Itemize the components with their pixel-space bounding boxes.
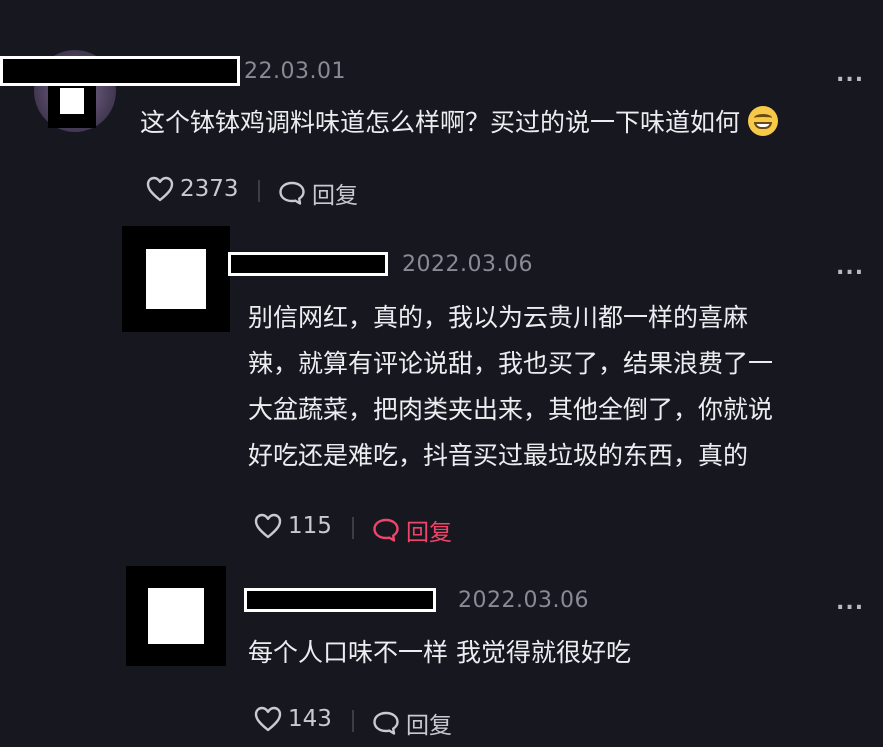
avatar-redaction-inner (146, 249, 206, 309)
like-count: 115 (288, 513, 332, 539)
more-options-icon[interactable]: ... (836, 592, 864, 614)
avatar-redaction-inner (60, 88, 84, 114)
like-button[interactable]: 2373 (146, 176, 239, 202)
comment-date: 2022.03.06 (402, 252, 533, 277)
like-count: 143 (288, 706, 332, 732)
comment-text-line: 辣，就算有评论说甜，我也买了，结果浪费了一 (248, 349, 774, 378)
avatar-redaction-inner (148, 588, 204, 644)
comment-text: 每个人口味不一样 我觉得就很好吃 (248, 630, 631, 676)
reply-bubble-icon (373, 518, 399, 542)
comment-text-line: 大盆蔬菜，把肉类夹出来，其他全倒了，你就说 (248, 395, 774, 424)
heart-icon (146, 176, 174, 202)
action-divider (352, 710, 354, 732)
like-count: 2373 (180, 176, 239, 202)
comment-text-line: 好吃还是难吃，抖音买过最垃圾的东西，真的 (248, 441, 749, 470)
more-options-icon[interactable]: ... (836, 64, 864, 86)
username-redaction (244, 588, 436, 612)
reply-bubble-icon (373, 711, 399, 735)
comment-date: 2022.03.06 (458, 588, 589, 613)
reply-label: 回复 (406, 713, 452, 739)
comment-text-line: 这个钵钵鸡调料味道怎么样啊？买过的说一下味道如何 (140, 108, 741, 137)
action-divider (258, 180, 260, 202)
comment-text: 这个钵钵鸡调料味道怎么样啊？买过的说一下味道如何 (140, 100, 779, 146)
reply-label: 回复 (312, 183, 358, 209)
reply-label: 回复 (406, 520, 452, 546)
heart-icon (254, 706, 282, 732)
action-divider (352, 517, 354, 539)
comment-text: 别信网红，真的，我以为云贵川都一样的喜麻 辣，就算有评论说甜，我也买了，结果浪费… (248, 295, 773, 479)
heart-icon (254, 513, 282, 539)
more-options-icon[interactable]: ... (836, 257, 864, 279)
comment-date: 22.03.01 (244, 59, 346, 84)
reply-button[interactable]: 回复 (372, 513, 452, 547)
username-redaction (0, 56, 240, 86)
like-button[interactable]: 143 (254, 706, 332, 732)
reply-bubble-icon (279, 181, 305, 205)
reply-button[interactable]: 回复 (372, 706, 452, 740)
username-redaction (228, 252, 388, 276)
grinning-face-emoji-icon (748, 106, 779, 136)
like-button[interactable]: 115 (254, 513, 332, 539)
comment-text-line: 别信网红，真的，我以为云贵川都一样的喜麻 (248, 303, 749, 332)
reply-button[interactable]: 回复 (278, 176, 358, 210)
comment-text-line: 每个人口味不一样 我觉得就很好吃 (248, 638, 631, 667)
